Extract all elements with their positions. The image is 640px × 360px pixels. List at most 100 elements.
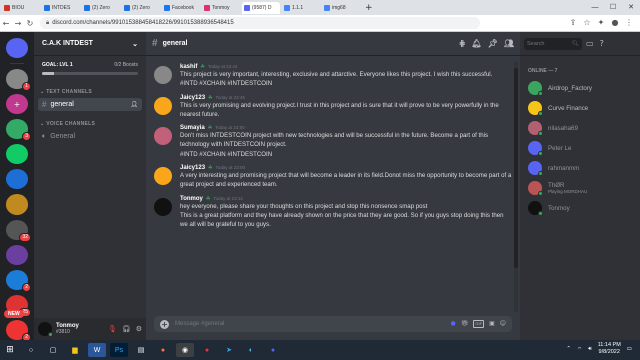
server-icon[interactable]: 2 <box>6 269 31 292</box>
mute-icon[interactable]: 🎙︎ <box>108 325 117 333</box>
avatar[interactable] <box>154 127 172 146</box>
new-tab-button[interactable]: + <box>365 3 375 13</box>
member-name: ThØR <box>548 182 565 189</box>
explorer-icon[interactable]: ▤ <box>132 343 150 357</box>
star-icon[interactable]: ☆ <box>582 18 592 28</box>
nitro-icon[interactable]: ● <box>451 320 456 328</box>
gif-button[interactable]: GIF <box>473 320 485 328</box>
task-view-icon[interactable]: ▢ <box>44 343 62 357</box>
server-icon[interactable] <box>6 144 28 165</box>
back-icon[interactable]: ← <box>0 19 12 28</box>
voice-channel-general[interactable]: 🔈︎ General <box>38 130 142 143</box>
text-channels-category[interactable]: ⌄ TEXT CHANNELS <box>34 79 146 98</box>
url-input[interactable]: 🔒︎ discord.com/channels/9910153884584182… <box>40 17 480 29</box>
message-composer[interactable]: + Message #general ● 🎁︎ GIF ▣ ☺ <box>154 316 512 332</box>
message[interactable]: Tonmoy ☘ Today at 23:12 hey everyone, pleas… <box>154 196 512 230</box>
maximize-icon[interactable]: ☐ <box>604 0 622 15</box>
avatar[interactable] <box>154 167 172 186</box>
word-icon[interactable]: W <box>88 343 106 357</box>
invite-icon[interactable]: 👤︎ <box>130 101 138 108</box>
browser-tab[interactable]: (9587) D <box>242 1 280 14</box>
server-icon[interactable]: 3 <box>6 119 31 142</box>
emoji-icon[interactable]: ☺ <box>500 320 506 328</box>
volume-icon[interactable]: 🔊︎ <box>588 346 591 353</box>
member-item[interactable]: Airdrop_Factory <box>520 78 640 98</box>
members-icon[interactable]: 👥︎ <box>504 39 514 48</box>
clock[interactable]: 11:14 PM 9/8/2022 <box>598 342 621 356</box>
server-icon[interactable]: 2 <box>6 319 31 343</box>
server-icon[interactable] <box>6 244 28 265</box>
member-item[interactable]: rahmanmm <box>520 158 640 178</box>
reload-icon[interactable]: ↻ <box>24 19 36 28</box>
browser-tab[interactable]: Tonmoy <box>202 1 240 14</box>
message-author[interactable]: Jaicy123 <box>180 95 205 101</box>
message[interactable]: kashif ☘ Today at 22:44 This project is ver… <box>154 64 512 89</box>
new-badge[interactable]: NEW <box>4 310 24 318</box>
edge-icon[interactable]: ◐ <box>242 343 260 357</box>
server-icon[interactable] <box>6 169 28 190</box>
threads-icon[interactable]: ⋕ <box>459 39 466 48</box>
network-icon[interactable]: ⌔ <box>577 346 582 353</box>
voice-channels-category[interactable]: ⌄ VOICE CHANNELS <box>34 111 146 130</box>
message-author[interactable]: Tonmoy <box>180 196 203 202</box>
help-icon[interactable]: ? <box>600 39 604 48</box>
browser-tab[interactable]: BIOU <box>2 1 40 14</box>
bell-icon[interactable]: 🔔︎ <box>472 39 482 48</box>
browser-tab[interactable]: (2) Zero <box>82 1 120 14</box>
message[interactable]: Sumayia ☘ Today at 23:00 Don't miss INTDEST… <box>154 125 512 159</box>
server-icon[interactable]: + <box>6 94 28 115</box>
discord-home-icon[interactable] <box>6 38 28 59</box>
telegram-icon[interactable]: ➤ <box>220 343 238 357</box>
browser-tab[interactable]: img68 <box>322 1 360 14</box>
avatar[interactable] <box>154 96 172 115</box>
attach-plus-icon[interactable]: + <box>160 319 169 329</box>
photoshop-icon[interactable]: Ps <box>110 343 128 357</box>
message[interactable]: Jaicy123 ☘ Today at 23:00 A very interestin… <box>154 165 512 190</box>
notifications-icon[interactable]: ▭ <box>627 346 632 352</box>
avatar[interactable] <box>154 197 172 216</box>
discord-icon[interactable]: ● <box>264 343 282 357</box>
profile-icon[interactable]: ● <box>610 18 620 28</box>
server-icon[interactable] <box>6 194 28 215</box>
inbox-icon[interactable]: ▭ <box>586 39 594 48</box>
server-icon[interactable]: 1 <box>6 69 31 92</box>
close-icon[interactable]: ✕ <box>622 0 640 15</box>
browser-tab[interactable]: 1.1.1 <box>282 1 320 14</box>
headphones-icon[interactable]: 🎧︎ <box>122 325 131 333</box>
pin-icon[interactable]: 📌︎ <box>488 39 498 48</box>
member-item[interactable]: ThØR Playing MORDHAU <box>520 178 640 198</box>
file-explorer-icon[interactable]: ▆ <box>66 343 84 357</box>
browser-tab[interactable]: Facebook <box>162 1 200 14</box>
server-header[interactable]: C.A.K INTDEST ⌄ <box>34 32 146 56</box>
message[interactable]: Jaicy123 ☘ Today at 22:45 This is very prom… <box>154 95 512 120</box>
member-item[interactable]: Curve Finance <box>520 98 640 118</box>
share-icon[interactable]: ⇪ <box>568 18 578 28</box>
firefox-icon[interactable]: ● <box>154 343 172 357</box>
gift-icon[interactable]: 🎁︎ <box>461 320 469 328</box>
boost-goal[interactable]: GOAL: LVL 1 0/2 Boosts <box>34 56 146 70</box>
scrollbar-thumb[interactable] <box>514 68 518 268</box>
app-icon[interactable]: ● <box>198 343 216 357</box>
settings-gear-icon[interactable]: ⚙︎ <box>136 325 142 333</box>
member-item[interactable]: nilasaha69 <box>520 118 640 138</box>
forward-icon[interactable]: → <box>12 19 24 28</box>
avatar[interactable] <box>38 322 53 337</box>
member-item[interactable]: Peter Le <box>520 138 640 158</box>
server-icon[interactable]: 32 <box>6 219 31 242</box>
minimize-icon[interactable]: — <box>586 0 604 15</box>
user-info[interactable]: Tonmoy #3810 <box>56 323 104 335</box>
message-input[interactable]: Message #general <box>175 321 445 327</box>
search-input[interactable]: Search 🔍︎ <box>524 37 582 50</box>
sticker-icon[interactable]: ▣ <box>489 320 495 328</box>
tray-chevron-icon[interactable]: ⌃ <box>566 346 571 352</box>
member-item[interactable]: Tonmoy <box>520 198 640 218</box>
search-icon[interactable]: ○ <box>22 343 40 357</box>
extension-icon[interactable]: ✦ <box>596 18 606 28</box>
channel-general[interactable]: # general 👤︎ <box>38 98 142 111</box>
chrome-icon[interactable]: ◉ <box>176 343 194 357</box>
avatar[interactable] <box>154 66 172 84</box>
browser-tab[interactable]: INTDES <box>42 1 80 14</box>
menu-icon[interactable]: ⋮ <box>624 18 634 28</box>
windows-start-icon[interactable]: ⊞ <box>0 345 20 355</box>
browser-tab[interactable]: (2) Zero <box>122 1 160 14</box>
